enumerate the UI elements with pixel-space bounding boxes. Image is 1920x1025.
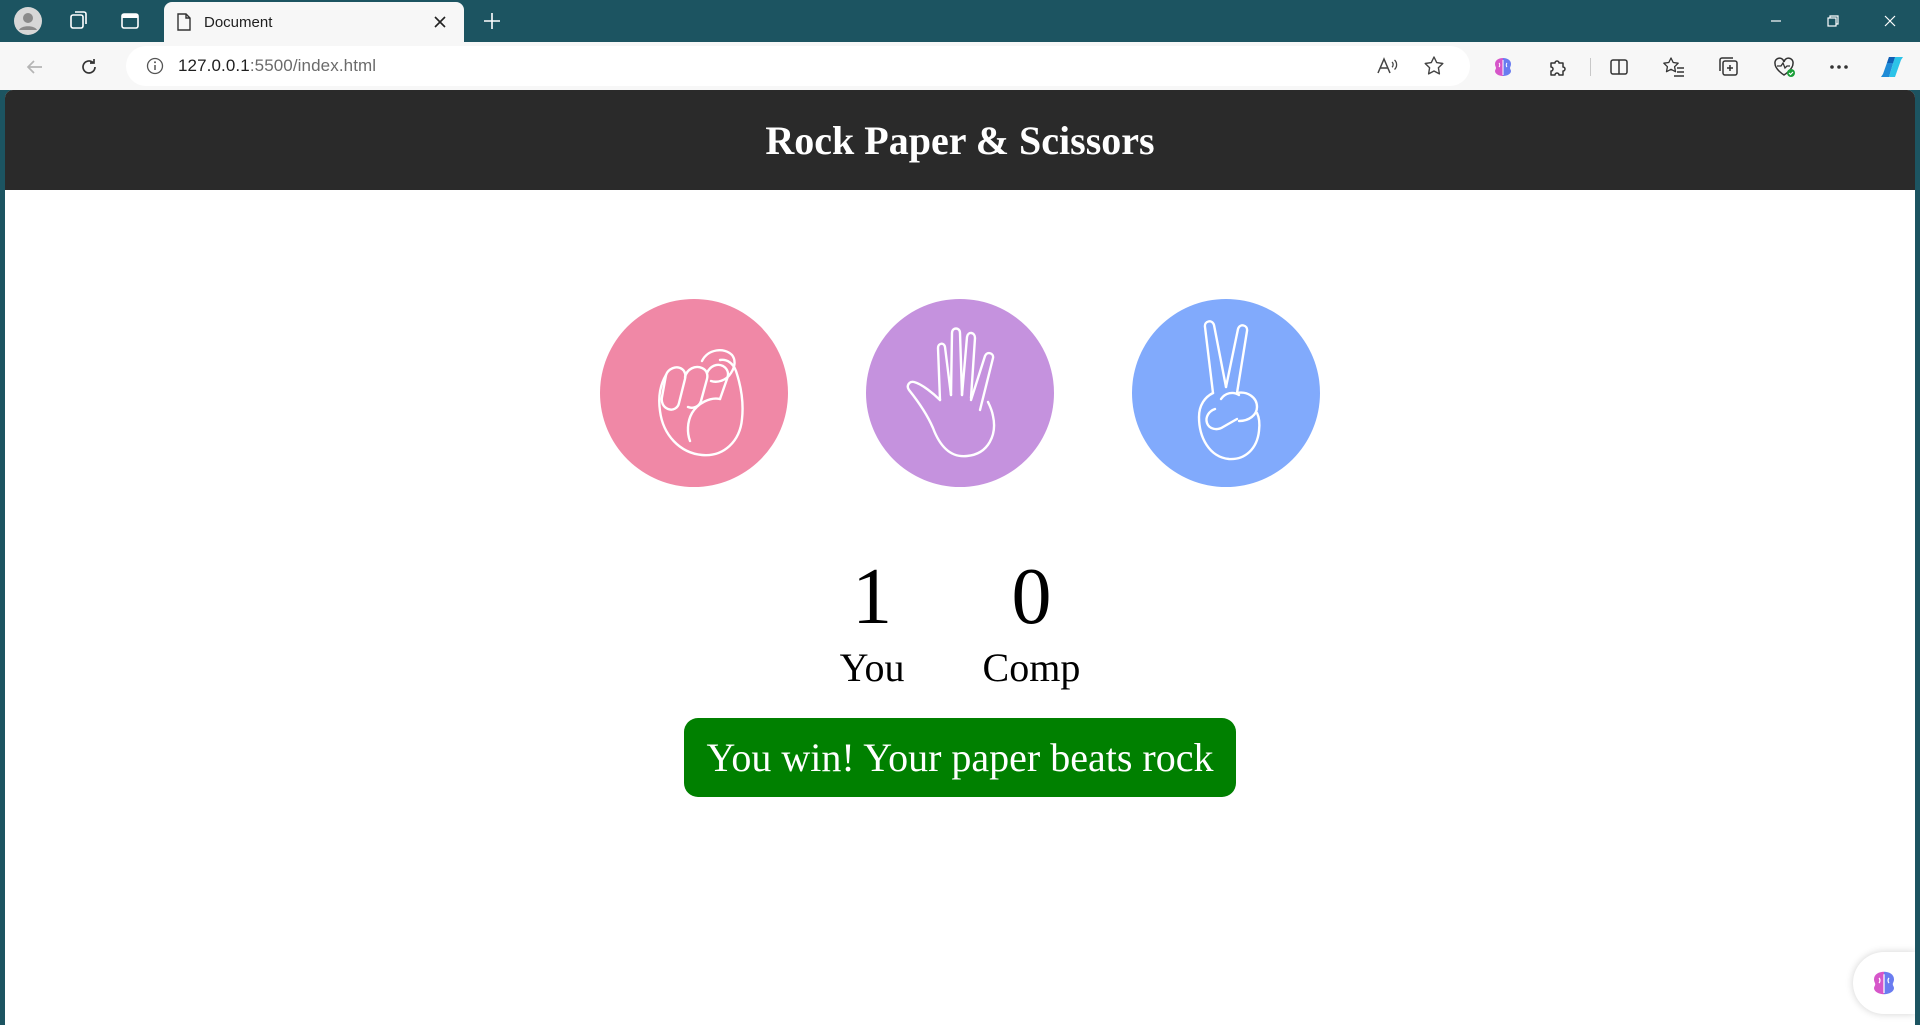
copilot-icon (1881, 57, 1903, 77)
more-dots-icon (1830, 65, 1848, 69)
tab-actions-icon (121, 13, 139, 29)
address-bar[interactable]: 127.0.0.1:5500/index.html (126, 46, 1470, 86)
collections-icon (1719, 57, 1738, 76)
title-bar: Document (0, 0, 1920, 42)
minimize-icon (1771, 20, 1781, 22)
page-viewport: Rock Paper & Scissors 1 You 0 Comp You w… (5, 90, 1915, 1025)
choices-row (5, 299, 1915, 487)
workspaces-button[interactable] (62, 5, 94, 37)
message-container: You win! Your paper beats rock (5, 718, 1915, 797)
result-message: You win! Your paper beats rock (684, 718, 1236, 797)
new-tab-button[interactable] (476, 5, 508, 37)
settings-more-button[interactable] (1821, 49, 1857, 85)
refresh-icon (82, 59, 96, 74)
vertical-tabs-button[interactable] (114, 5, 146, 37)
comp-score-value: 0 (1011, 553, 1052, 641)
peace-hand-icon (1197, 320, 1261, 461)
scoreboard: 1 You 0 Comp (5, 552, 1915, 690)
brain-icon (1495, 58, 1511, 76)
copilot-button[interactable] (1874, 49, 1910, 85)
user-score: 1 You (840, 552, 905, 690)
user-score-label: You (839, 645, 905, 690)
star-icon (1424, 56, 1444, 75)
back-button[interactable] (18, 50, 52, 84)
minimize-button[interactable] (1749, 0, 1803, 42)
close-icon (1884, 15, 1896, 27)
tab-document[interactable]: Document (164, 2, 464, 42)
page-icon (177, 13, 191, 31)
arrow-left-icon (26, 60, 42, 74)
copilot-brain-button[interactable] (1485, 49, 1521, 85)
split-screen-icon (1610, 59, 1628, 75)
close-window-button[interactable] (1863, 0, 1917, 42)
heart-pulse-icon (1774, 57, 1795, 77)
favorite-button[interactable] (1417, 49, 1451, 83)
read-aloud-icon (1377, 57, 1398, 74)
url-path: :5500/index.html (249, 56, 377, 75)
site-header: Rock Paper & Scissors (5, 90, 1915, 190)
comp-score-label: Comp (982, 645, 1081, 690)
open-hand-icon (906, 327, 996, 458)
collections-button[interactable] (1711, 49, 1747, 85)
puzzle-icon (1550, 60, 1566, 76)
user-score-value: 1 (852, 553, 893, 641)
profile-avatar-button[interactable] (12, 5, 44, 37)
extensions-button[interactable] (1540, 49, 1576, 85)
choice-scissors[interactable] (1132, 299, 1320, 487)
copilot-sidebar-button[interactable] (1853, 952, 1915, 1014)
split-screen-button[interactable] (1601, 49, 1637, 85)
favorites-list-icon (1663, 57, 1684, 77)
refresh-button[interactable] (72, 50, 106, 84)
info-icon[interactable] (146, 57, 164, 75)
url-text: 127.0.0.1:5500/index.html (178, 56, 376, 76)
close-icon (434, 16, 446, 28)
choice-rock[interactable] (600, 299, 788, 487)
comp-score: 0 Comp (983, 552, 1081, 690)
restore-icon (1827, 15, 1839, 27)
fist-icon (658, 349, 744, 457)
workspaces-icon (70, 11, 87, 29)
favorites-button[interactable] (1656, 49, 1692, 85)
page-title: Rock Paper & Scissors (765, 117, 1155, 163)
brain-icon (1874, 971, 1894, 995)
toolbar-separator (1590, 58, 1591, 76)
plus-icon (484, 13, 500, 29)
read-aloud-button[interactable] (1370, 49, 1404, 83)
url-host: 127.0.0.1 (178, 56, 250, 75)
restore-button[interactable] (1806, 0, 1860, 42)
navigation-bar: 127.0.0.1:5500/index.html (0, 42, 1920, 90)
tab-close-button[interactable] (428, 10, 452, 34)
choice-paper[interactable] (866, 299, 1054, 487)
profile-icon (14, 7, 42, 35)
browser-essentials-button[interactable] (1766, 49, 1802, 85)
tab-title: Document (204, 13, 273, 31)
